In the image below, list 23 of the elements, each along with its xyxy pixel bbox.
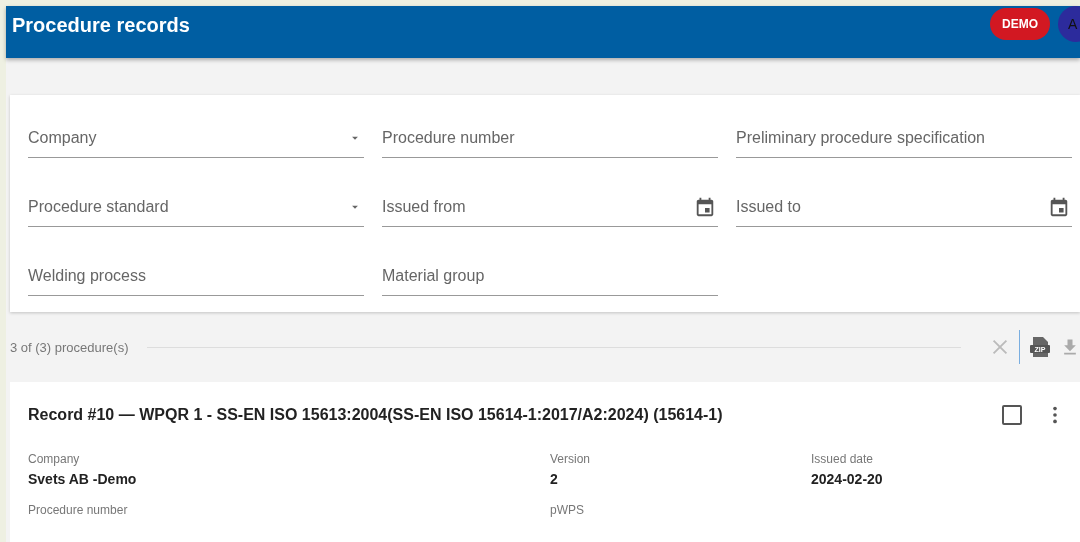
filter-field[interactable]: Material group	[382, 257, 718, 296]
filter-field[interactable]: Issued to	[736, 188, 1072, 227]
filter-field[interactable]: Company	[28, 119, 364, 158]
field-value: 2	[550, 471, 559, 487]
result-count: 3 of (3) procedure(s)	[10, 339, 129, 355]
field-label: Issued date	[811, 452, 875, 466]
field-value: Svets AB -Demo	[28, 471, 138, 487]
filter-field[interactable]: Welding process	[28, 257, 364, 296]
demo-badge[interactable]: DEMO	[990, 8, 1050, 40]
filter-field[interactable]: Preliminary procedure specification	[736, 119, 1072, 158]
filter-field[interactable]: Procedure standard	[28, 188, 364, 227]
page-title: Procedure records	[12, 13, 190, 37]
filter-field[interactable]: Issued from	[382, 188, 718, 227]
record-title: Record #10 — WPQR 1 - SS-EN ISO 15613:2004(SS-EN ISO 15614-1:2017/A2:2024) (15614-1)	[28, 406, 723, 424]
field-label: pWPS	[550, 503, 585, 517]
field-label: Version	[550, 452, 592, 466]
calendar-icon[interactable]	[1048, 196, 1070, 218]
filter-field[interactable]: Procedure number	[382, 119, 718, 158]
checkbox[interactable]	[1002, 405, 1022, 425]
calendar-icon[interactable]	[694, 196, 716, 218]
field-value: 2024-02-20	[811, 471, 884, 487]
field-label: Company	[28, 452, 81, 466]
field-label: Procedure number	[28, 503, 129, 517]
